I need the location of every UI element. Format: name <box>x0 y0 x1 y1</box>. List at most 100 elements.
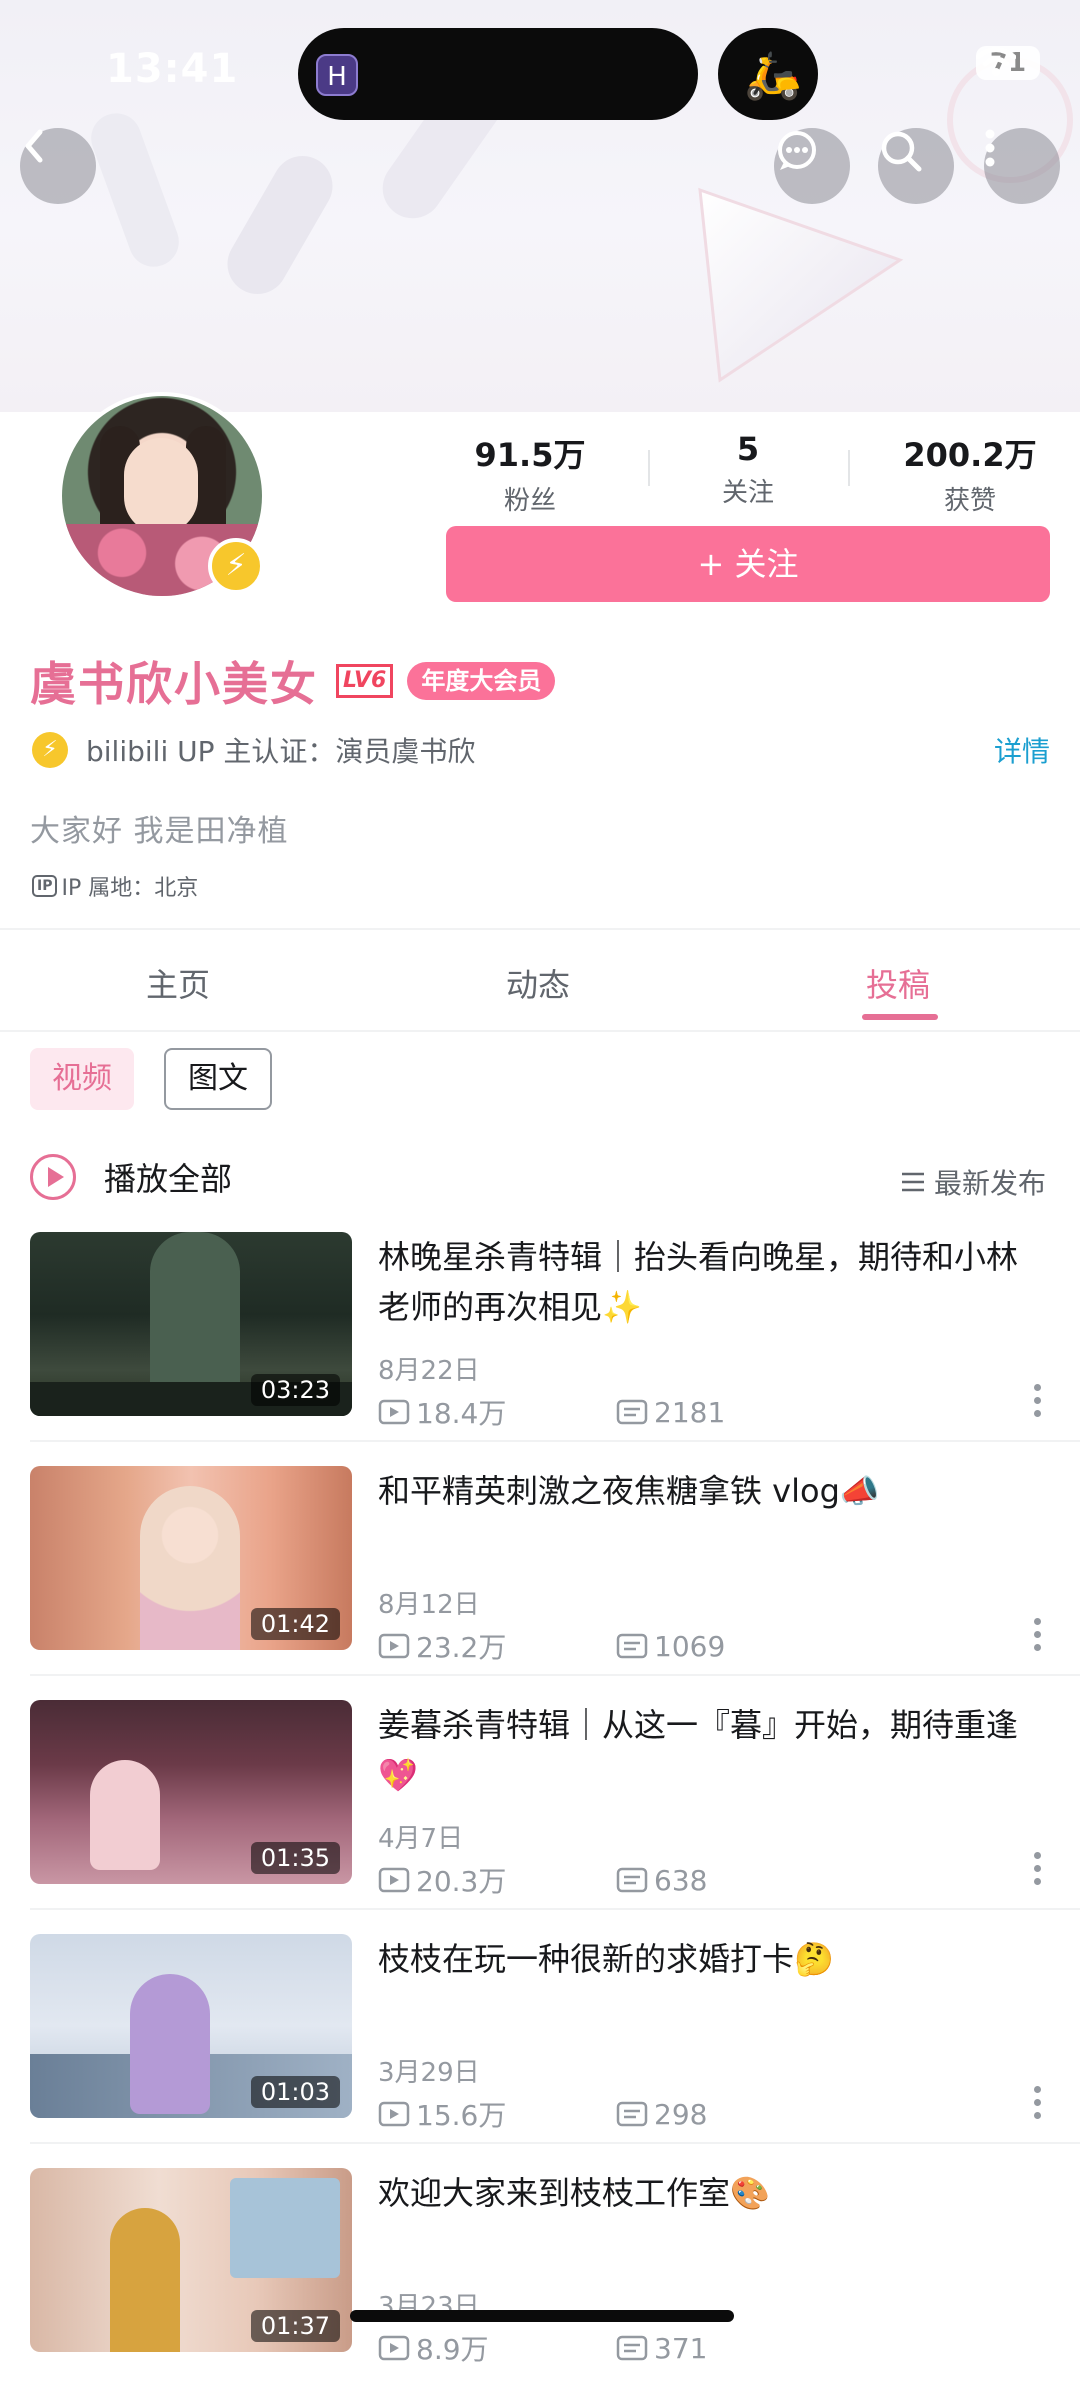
video-item[interactable]: 01:42 和平精英刺激之夜焦糖拿铁 vlog📣 8月12日 23.2万 106… <box>0 1466 1080 1700</box>
video-date: 4月7日 <box>378 1824 464 1854</box>
danmaku-icon <box>616 2101 648 2127</box>
stat-likes[interactable]: 200.2万 获赞 <box>870 430 1070 517</box>
username: 虞书欣小美女 <box>30 657 318 711</box>
sort-label: 最新发布 <box>933 1167 1046 1200</box>
level-badge: LV6 <box>336 664 394 698</box>
stat-likes-label: 获赞 <box>943 486 996 516</box>
video-meta: 20.3万 638 <box>378 1860 707 1900</box>
bio-text: 大家好 我是田净植 <box>30 814 289 849</box>
app-indicator-icon: H <box>316 54 358 96</box>
video-views: 18.4万 <box>416 1397 507 1430</box>
views-icon <box>378 1399 410 1425</box>
video-meta: 15.6万 298 <box>378 2094 707 2134</box>
tab-home[interactable]: 主页 <box>146 960 210 1006</box>
stat-likes-value: 200.2万 <box>903 436 1037 474</box>
danmaku-icon <box>616 2335 648 2361</box>
video-date: 8月12日 <box>378 1590 480 1620</box>
video-more-icon[interactable] <box>1034 2086 1042 2125</box>
video-meta: 8.9万 371 <box>378 2328 707 2368</box>
danmaku-icon <box>616 1399 648 1425</box>
divider <box>0 1030 1080 1032</box>
back-arrow-icon <box>25 129 43 163</box>
video-danmaku: 371 <box>654 2331 708 2365</box>
video-duration: 01:03 <box>250 2076 340 2108</box>
search-button[interactable] <box>878 128 954 204</box>
delivery-icon: 🛵 <box>744 48 802 102</box>
divider <box>30 1440 1080 1442</box>
message-button[interactable] <box>774 128 850 204</box>
search-icon <box>881 131 922 172</box>
video-danmaku: 638 <box>654 1863 708 1897</box>
divider <box>30 1908 1080 1910</box>
video-danmaku: 2181 <box>654 1395 726 1429</box>
follow-button[interactable]: + 关注 <box>446 526 1050 602</box>
back-button[interactable] <box>20 128 96 204</box>
video-thumbnail[interactable]: 01:03 <box>30 1934 352 2118</box>
video-item[interactable]: 01:35 姜暮杀青特辑｜从这一『暮』开始，期待重逢💖 4月7日 20.3万 6… <box>0 1700 1080 1934</box>
more-button[interactable] <box>984 128 1060 204</box>
video-meta: 18.4万 2181 <box>378 1392 725 1432</box>
play-all-button[interactable]: 播放全部 <box>30 1154 232 1200</box>
verification-row: ⚡ bilibili UP 主认证：演员虞书欣 <box>32 730 475 770</box>
stat-following-value: 5 <box>736 430 760 468</box>
views-icon <box>378 2101 410 2127</box>
danmaku-icon <box>616 1867 648 1893</box>
views-icon <box>378 1633 410 1659</box>
play-all-label: 播放全部 <box>104 1160 233 1198</box>
video-views: 8.9万 <box>416 2333 489 2366</box>
views-icon <box>378 2335 410 2361</box>
video-views: 15.6万 <box>416 2099 507 2132</box>
video-danmaku: 1069 <box>654 1629 726 1663</box>
tab-active-indicator <box>862 1014 938 1020</box>
video-duration: 01:37 <box>250 2310 340 2342</box>
sort-icon <box>901 1172 924 1192</box>
video-meta: 23.2万 1069 <box>378 1626 725 1666</box>
stat-fans[interactable]: 91.5万 粉丝 <box>430 430 630 517</box>
video-title[interactable]: 林晚星杀青特辑｜抬头看向晚星，期待和小林老师的再次相见✨ <box>378 1232 1048 1332</box>
video-item[interactable]: 01:03 枝枝在玩一种很新的求婚打卡🤔 3月29日 15.6万 298 <box>0 1934 1080 2168</box>
name-row: 虞书欣小美女 LV6 年度大会员 <box>30 648 556 714</box>
status-indicators: 71 <box>976 46 1040 80</box>
profile-stats: 91.5万 粉丝 5 关注 200.2万 获赞 <box>430 430 1060 516</box>
video-more-icon[interactable] <box>1034 1618 1042 1657</box>
filter-article[interactable]: 图文 <box>164 1048 272 1110</box>
video-thumbnail[interactable]: 01:37 <box>30 2168 352 2352</box>
ip-location-text: IP 属地：北京 <box>61 876 199 901</box>
video-danmaku: 298 <box>654 2097 708 2131</box>
video-date: 8月22日 <box>378 1356 480 1386</box>
stat-divider <box>848 450 850 486</box>
video-item[interactable]: 01:37 欢迎大家来到枝枝工作室🎨 3月23日 8.9万 371 <box>0 2168 1080 2402</box>
danmaku-icon <box>616 1633 648 1659</box>
video-more-icon[interactable] <box>1034 1852 1042 1891</box>
video-thumbnail[interactable]: 03:23 <box>30 1232 352 1416</box>
verification-text: bilibili UP 主认证：演员虞书欣 <box>86 735 476 768</box>
video-item[interactable]: 03:23 林晚星杀青特辑｜抬头看向晚星，期待和小林老师的再次相见✨ 8月22日… <box>0 1232 1080 1466</box>
video-duration: 03:23 <box>250 1374 340 1406</box>
video-thumbnail[interactable]: 01:42 <box>30 1466 352 1650</box>
stat-following[interactable]: 5 关注 <box>648 430 848 509</box>
dynamic-island: H <box>298 28 698 120</box>
tab-dynamics[interactable]: 动态 <box>506 960 570 1006</box>
wifi-icon <box>976 47 1016 76</box>
video-title[interactable]: 枝枝在玩一种很新的求婚打卡🤔 <box>378 1934 1048 1984</box>
divider <box>30 1674 1080 1676</box>
video-title[interactable]: 欢迎大家来到枝枝工作室🎨 <box>378 2168 1048 2218</box>
home-indicator[interactable] <box>350 2310 734 2322</box>
stat-fans-label: 粉丝 <box>503 486 556 516</box>
tab-uploads[interactable]: 投稿 <box>866 960 930 1006</box>
activity-island: 🛵 <box>718 28 818 120</box>
vip-badge[interactable]: 年度大会员 <box>407 662 556 700</box>
filter-video[interactable]: 视频 <box>30 1048 134 1110</box>
video-title[interactable]: 姜暮杀青特辑｜从这一『暮』开始，期待重逢💖 <box>378 1700 1048 1800</box>
video-title[interactable]: 和平精英刺激之夜焦糖拿铁 vlog📣 <box>378 1466 1048 1516</box>
video-thumbnail[interactable]: 01:35 <box>30 1700 352 1884</box>
stat-following-label: 关注 <box>721 478 774 508</box>
video-date: 3月29日 <box>378 2058 480 2088</box>
views-icon <box>378 1867 410 1893</box>
lightning-icon: ⚡ <box>208 538 264 594</box>
details-link[interactable]: 详情 <box>994 730 1050 770</box>
status-time: 13:41 <box>106 46 239 92</box>
content-filter: 视频 图文 <box>30 1048 272 1110</box>
sort-button[interactable]: 最新发布 <box>900 1162 1046 1202</box>
video-more-icon[interactable] <box>1034 1384 1042 1423</box>
